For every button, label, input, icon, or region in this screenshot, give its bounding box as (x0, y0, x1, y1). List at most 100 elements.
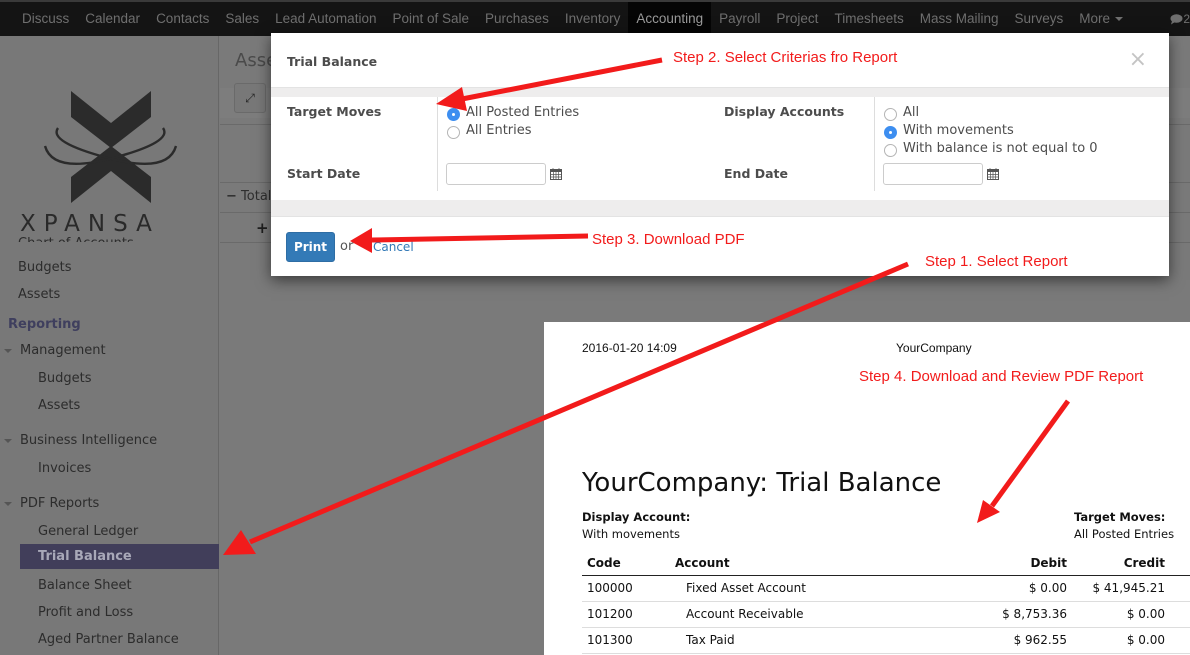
cell-debit: $ 0.00 (950, 575, 1072, 602)
sidebar-group-pdf-reports[interactable]: PDF Reports (4, 496, 99, 511)
total-row[interactable]: − Total (226, 189, 271, 204)
sidebar-item-aged-partner-balance[interactable]: Aged Partner Balance (38, 632, 179, 647)
nav-calendar[interactable]: Calendar (77, 2, 148, 36)
nav-more-dropdown[interactable]: More (1071, 2, 1131, 36)
col-debit: Debit (950, 552, 1072, 576)
or-text: or (340, 239, 354, 254)
nav-discuss[interactable]: Discuss (14, 2, 77, 36)
nav-accounting[interactable]: Accounting (628, 2, 712, 36)
group-label: Business Intelligence (20, 433, 158, 448)
start-date-input[interactable] (446, 163, 546, 185)
nav-purchases[interactable]: Purchases (477, 2, 557, 36)
nav-timesheets[interactable]: Timesheets (826, 2, 911, 36)
annotation-step1: Step 1. Select Report (925, 253, 1068, 270)
cell-code: 101200 (582, 601, 670, 628)
target-moves-label: Target Moves: (1074, 510, 1166, 524)
dialog-title: Trial Balance (287, 54, 378, 69)
expand-icon: ⤢ (245, 91, 255, 105)
radio-display-all[interactable]: All (884, 103, 919, 121)
radio-unchecked-icon (884, 108, 897, 121)
nav-point-of-sale[interactable]: Point of Sale (384, 2, 477, 36)
target-moves-label: Target Moves (287, 104, 382, 119)
collapse-icon: − (226, 189, 237, 204)
display-account-value: With movements (582, 527, 680, 541)
radio-checked-icon (447, 108, 460, 121)
col-account: Account (670, 552, 950, 576)
sidebar-item-general-ledger[interactable]: General Ledger (38, 524, 138, 539)
radio-label: With balance is not equal to 0 (903, 140, 1098, 156)
cancel-link[interactable]: Cancel (373, 240, 414, 254)
cell-account: Tax Paid (670, 627, 950, 654)
sidebar-item-invoices[interactable]: Invoices (38, 461, 91, 476)
sidebar-group-business-intelligence[interactable]: Business Intelligence (4, 433, 157, 448)
total-label: Total (241, 189, 272, 204)
nav-more-label: More (1079, 11, 1111, 26)
chat-count: 2 (1183, 12, 1190, 26)
close-icon[interactable]: × (1129, 47, 1147, 72)
radio-label: All Posted Entries (466, 104, 580, 120)
table-row: 100000 Fixed Asset Account $ 0.00 $ 41,9… (582, 575, 1190, 602)
cell-code: 100000 (582, 575, 670, 602)
divider (874, 97, 875, 191)
nav-inventory[interactable]: Inventory (557, 2, 629, 36)
sidebar-item-chart-of-accounts[interactable]: Chart of Accounts (18, 236, 134, 242)
sidebar: XPANSA Chart of Accounts Budgets Assets … (0, 36, 219, 655)
sidebar-item-budgets[interactable]: Budgets (18, 260, 72, 275)
radio-checked-icon (884, 126, 897, 139)
col-credit: Credit (1072, 552, 1190, 576)
trial-balance-table: Code Account Debit Credit 100000 Fixed A… (582, 552, 1190, 654)
radio-all-posted-entries[interactable]: All Posted Entries (447, 103, 579, 121)
logo-text: XPANSA (20, 211, 160, 237)
radio-label: All Entries (466, 122, 532, 138)
radio-with-movements[interactable]: With movements (884, 121, 1014, 139)
cell-credit: $ 0.00 (1072, 627, 1190, 654)
expand-button[interactable]: ⤢ (234, 83, 266, 113)
col-code: Code (582, 552, 670, 576)
calendar-icon[interactable] (550, 168, 562, 180)
calendar-icon[interactable] (987, 168, 999, 180)
radio-balance-not-zero[interactable]: With balance is not equal to 0 (884, 139, 1098, 157)
radio-all-entries[interactable]: All Entries (447, 121, 532, 139)
cell-credit: $ 0.00 (1072, 601, 1190, 628)
radio-label: All (903, 104, 920, 120)
cell-code: 101300 (582, 627, 670, 654)
report-title: YourCompany: Trial Balance (582, 468, 942, 498)
nav-surveys[interactable]: Surveys (1007, 2, 1072, 36)
divider (437, 97, 438, 191)
caret-down-icon (4, 438, 12, 443)
expand-plus-icon[interactable]: + (256, 219, 269, 237)
nav-mass-mailing[interactable]: Mass Mailing (912, 2, 1007, 36)
cell-debit: $ 962.55 (950, 627, 1072, 654)
caret-down-icon (1115, 17, 1124, 22)
table-row: 101300 Tax Paid $ 962.55 $ 0.00 (582, 627, 1190, 654)
sidebar-item-assets[interactable]: Assets (18, 287, 60, 302)
sidebar-item-trial-balance[interactable]: Trial Balance (20, 544, 219, 569)
nav-sales[interactable]: Sales (217, 2, 267, 36)
sidebar-item-management-budgets[interactable]: Budgets (38, 371, 92, 386)
print-button[interactable]: Print (286, 232, 335, 262)
nav-project[interactable]: Project (768, 2, 826, 36)
report-date: 2016-01-20 14:09 (582, 341, 677, 355)
sidebar-item-profit-and-loss[interactable]: Profit and Loss (38, 605, 133, 620)
radio-label: With movements (903, 122, 1014, 138)
nav-lead-automation[interactable]: Lead Automation (267, 2, 384, 36)
sidebar-item-management-assets[interactable]: Assets (38, 398, 80, 413)
annotation-step3: Step 3. Download PDF (592, 231, 745, 248)
end-date-label: End Date (724, 166, 789, 181)
chat-button[interactable]: 2 (1170, 2, 1190, 36)
end-date-input[interactable] (883, 163, 983, 185)
annotation-step2: Step 2. Select Criterias fro Report (673, 49, 898, 66)
nav-contacts[interactable]: Contacts (148, 2, 217, 36)
chat-bubble-icon (1170, 14, 1183, 25)
active-item-label: Trial Balance (38, 549, 132, 564)
table-row: 101200 Account Receivable $ 8,753.36 $ 0… (582, 601, 1190, 628)
sidebar-group-management[interactable]: Management (4, 343, 106, 358)
nav-payroll[interactable]: Payroll (711, 2, 768, 36)
start-date-label: Start Date (287, 166, 361, 181)
group-label: Management (20, 343, 106, 358)
cell-credit: $ 41,945.21 (1072, 575, 1190, 602)
caret-down-icon (4, 501, 12, 506)
dialog-body: Target Moves All Posted Entries All Entr… (271, 87, 1169, 216)
sidebar-item-balance-sheet[interactable]: Balance Sheet (38, 578, 132, 593)
radio-unchecked-icon (884, 144, 897, 157)
